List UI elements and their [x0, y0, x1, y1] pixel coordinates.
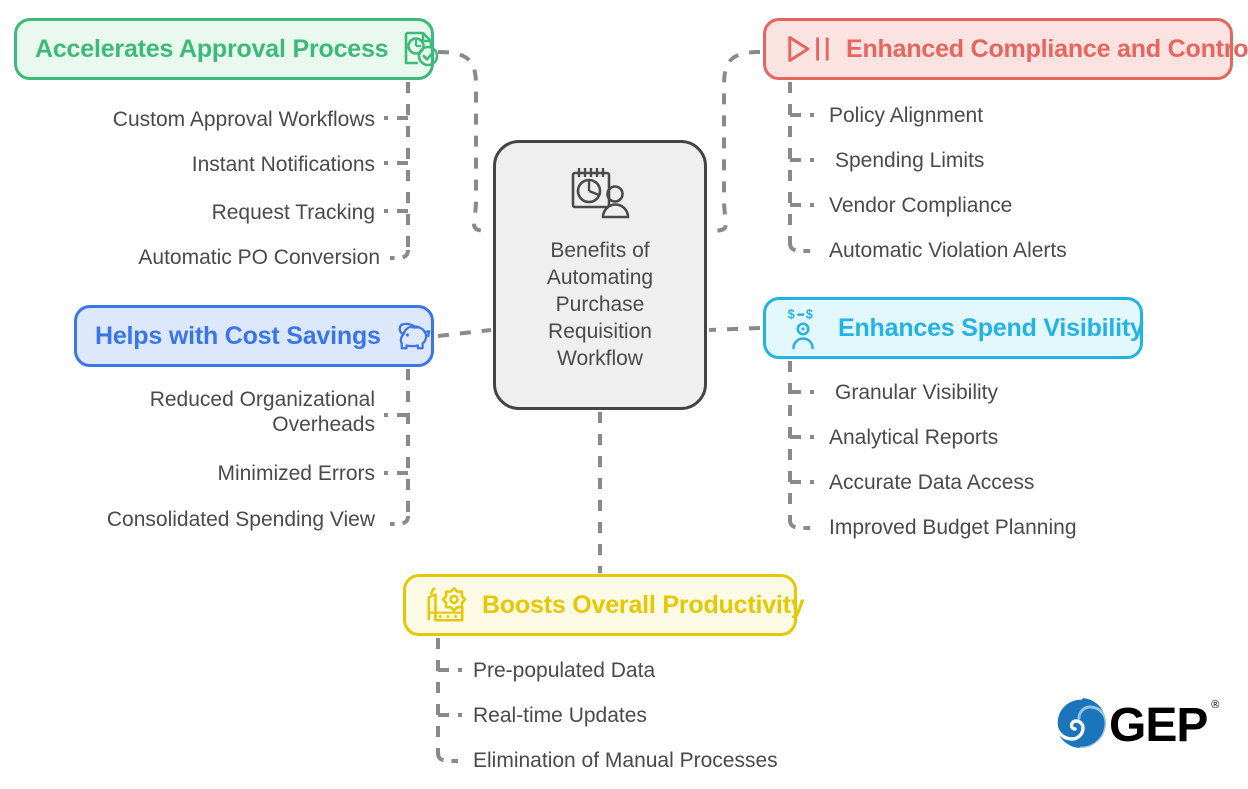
leaf-compliance-0: Policy Alignment	[829, 104, 984, 127]
tick-productivity-2	[436, 752, 459, 763]
document-clock-check-icon	[402, 29, 440, 69]
branch-node-productivity[interactable]: Boosts Overall Productivity	[403, 574, 805, 636]
leaf-spend-0: Granular Visibility	[835, 381, 999, 404]
gep-logo: GEP ®	[1054, 696, 1219, 754]
branch-node-compliance[interactable]: Enhanced Compliance and Control	[763, 18, 1248, 80]
branch-label-cost: Helps with Cost Savings	[95, 321, 381, 350]
leaf-spend-2: Accurate Data Access	[829, 471, 1035, 494]
registered-mark: ®	[1211, 698, 1219, 711]
leaf-compliance-1: Spending Limits	[835, 149, 985, 172]
leaf-approval-1: Instant Notifications	[191, 153, 375, 176]
leaf-cost-1: Minimized Errors	[217, 462, 375, 485]
svg-text:$: $	[788, 307, 795, 321]
gep-wordmark: GEP ®	[1109, 698, 1219, 752]
leaf-productivity-1: Real-time Updates	[473, 704, 647, 727]
leaf-compliance-3: Automatic Violation Alerts	[829, 239, 1067, 262]
mindmap-canvas: Benefits of Automating Purchase Requisit…	[0, 0, 1248, 789]
leaf-compliance-2: Vendor Compliance	[829, 194, 1013, 217]
connector-spend-to-center	[708, 326, 761, 332]
center-node[interactable]: Benefits of Automating Purchase Requisit…	[493, 140, 707, 410]
branch-node-approval[interactable]: Accelerates Approval Process	[14, 18, 439, 80]
branch-label-approval: Accelerates Approval Process	[35, 34, 389, 63]
leaf-spend-1: Analytical Reports	[829, 426, 999, 449]
gep-swirl-icon	[1054, 696, 1108, 754]
connector-approval-to-center	[437, 50, 492, 233]
leaf-approval-0: Custom Approval Workflows	[112, 108, 375, 131]
connector-cost-to-center	[437, 328, 492, 338]
piggy-bank-icon	[395, 319, 435, 353]
tick-compliance-3	[788, 242, 811, 253]
branch-node-spend[interactable]: $ $ Enhances Spend Visibility	[763, 297, 1144, 359]
branch-node-cost[interactable]: Helps with Cost Savings	[74, 305, 434, 367]
leaf-cost-0: Reduced Organizational Overheads	[149, 388, 375, 436]
person-dollar-icon: $ $	[784, 306, 824, 350]
tick-approval-3	[389, 249, 410, 260]
leaf-approval-3: Automatic PO Conversion	[138, 246, 380, 269]
branch-label-spend: Enhances Spend Visibility	[838, 313, 1144, 342]
connector-compliance-to-center	[708, 50, 761, 233]
tick-spend-3	[788, 519, 811, 530]
branch-label-productivity: Boosts Overall Productivity	[482, 590, 805, 619]
leaf-approval-2: Request Tracking	[211, 201, 375, 224]
tick-cost-2	[389, 515, 410, 526]
play-pause-icon	[784, 33, 832, 65]
leaf-spend-3: Improved Budget Planning	[829, 516, 1077, 539]
factory-gear-icon	[424, 585, 468, 625]
center-title: Benefits of Automating Purchase Requisit…	[546, 239, 654, 370]
svg-text:$: $	[806, 307, 813, 321]
leaf-cost-2: Consolidated Spending View	[106, 508, 375, 531]
leaf-productivity-0: Pre-populated Data	[473, 659, 656, 682]
leaf-productivity-2: Elimination of Manual Processes	[473, 749, 778, 772]
branch-label-compliance: Enhanced Compliance and Control	[846, 34, 1248, 63]
calendar-chart-person-icon	[568, 165, 632, 228]
